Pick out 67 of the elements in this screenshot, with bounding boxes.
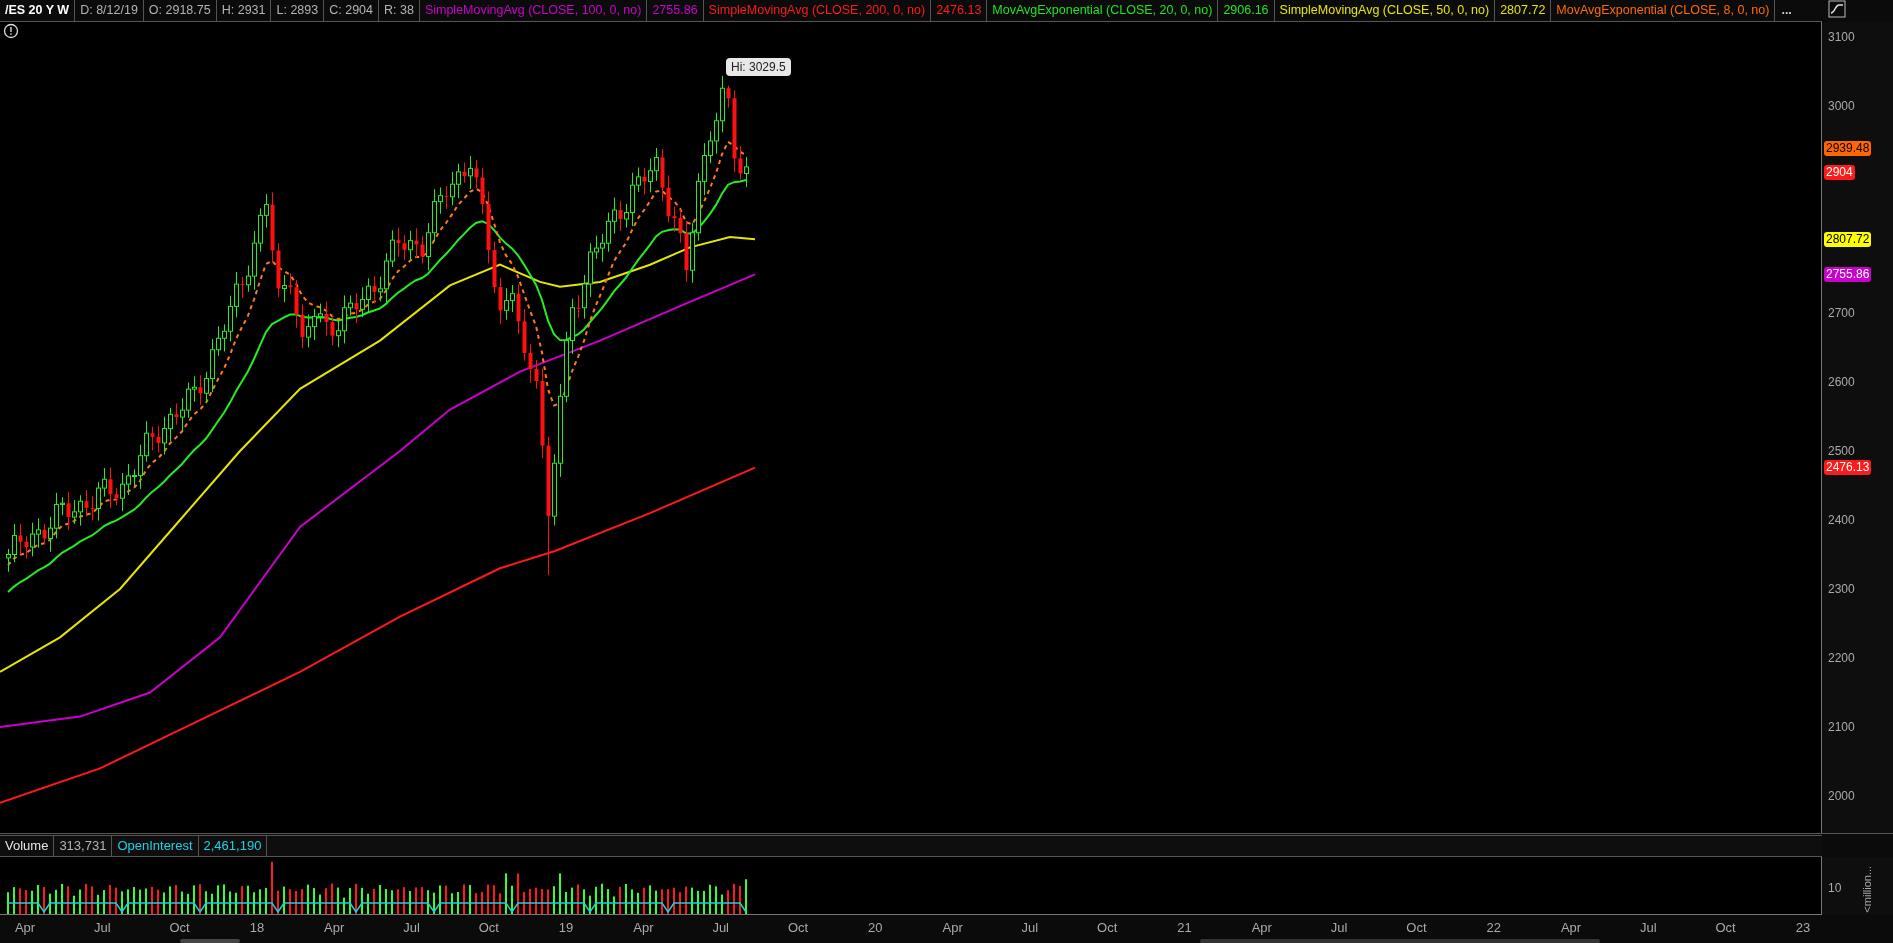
time-axis-label: Apr — [633, 919, 654, 937]
time-axis-label: Jul — [1021, 919, 1039, 937]
header-field: O: 2918.75 — [143, 0, 217, 21]
header-field: SimpleMovingAvg (CLOSE, 50, 0, no) — [1274, 0, 1496, 21]
time-axis-label: Jul — [1640, 919, 1657, 937]
header-field: D: 8/12/19 — [75, 0, 144, 21]
time-axis-label: Apr — [324, 919, 345, 937]
header-field: SimpleMovingAvg (CLOSE, 200, 0, no) — [703, 0, 932, 21]
time-axis-label: 22 — [1486, 919, 1501, 937]
header-field: 2906.16 — [1218, 0, 1275, 21]
price-badge: 2939.48 — [1824, 140, 1872, 156]
high-price-tooltip: Hi: 3029.5 — [726, 58, 791, 76]
price-axis-label: 2400 — [1828, 513, 1855, 527]
price-axis-label: 2100 — [1828, 720, 1855, 734]
price-badge: 2904 — [1824, 165, 1855, 181]
time-axis-label: Oct — [478, 919, 499, 937]
price-badge: 2476.13 — [1824, 460, 1872, 476]
price-badge: 2807.72 — [1824, 231, 1872, 247]
volume-field: 2,461,190 — [198, 836, 268, 856]
time-axis-label: 21 — [1177, 919, 1192, 937]
price-axis-label: 2000 — [1828, 789, 1855, 803]
header-field: MovAvgExponential (CLOSE, 8, 0, no) — [1551, 0, 1776, 21]
scrollbar-thumb[interactable] — [180, 939, 240, 943]
price-axis-label: 3100 — [1828, 30, 1855, 44]
time-axis-label: 20 — [868, 919, 883, 937]
price-axis-label: 2200 — [1828, 651, 1855, 665]
header-field: 2476.13 — [931, 0, 988, 21]
time-axis-label: Oct — [787, 919, 809, 937]
header-field: R: 38 — [379, 0, 420, 21]
volume-unit-label: <million... — [1860, 865, 1875, 913]
volume-field: 313,731 — [54, 836, 113, 856]
header-field: SimpleMovingAvg (CLOSE, 100, 0, no) — [419, 0, 648, 21]
time-axis-label: Apr — [942, 919, 963, 937]
volume-axis-label: 10 — [1828, 880, 1842, 897]
time-axis-label: Oct — [1406, 919, 1427, 937]
header-field: 2807.72 — [1495, 0, 1552, 21]
time-axis-label: Oct — [169, 919, 190, 937]
more-button[interactable]: ... — [1775, 0, 1798, 21]
scrollbar-thumb[interactable] — [1200, 939, 1600, 943]
time-axis-label: 19 — [558, 919, 574, 937]
chart-style-icon[interactable] — [1828, 0, 1846, 18]
time-axis-label: Jul — [712, 919, 729, 937]
header-field: H: 2931 — [216, 0, 272, 21]
time-axis-label: Apr — [1251, 919, 1272, 937]
header-field: C: 2904 — [324, 0, 379, 21]
volume-field: OpenInterest — [112, 836, 199, 856]
price-axis-label: 2700 — [1828, 306, 1855, 320]
time-axis-label: Oct — [1097, 919, 1118, 937]
volume-label: Volume — [0, 836, 55, 856]
time-axis-label: Apr — [1560, 919, 1582, 937]
time-axis-label: 18 — [249, 919, 265, 937]
header-field: 2755.86 — [647, 0, 704, 21]
price-axis-label: 2300 — [1828, 582, 1855, 596]
price-badge: 2755.86 — [1824, 267, 1872, 283]
symbol-label: /ES 20 Y W — [0, 0, 76, 21]
time-axis-label: Apr — [14, 919, 36, 937]
time-axis-label: Jul — [403, 919, 420, 937]
header-field: MovAvgExponential (CLOSE, 20, 0, no) — [987, 0, 1219, 21]
price-axis-label: 2500 — [1828, 444, 1855, 458]
price-axis-label: 2600 — [1828, 375, 1855, 389]
time-axis-label: Oct — [1715, 919, 1736, 937]
price-axis-label: 3000 — [1828, 99, 1855, 113]
time-axis-label: Jul — [1330, 919, 1348, 937]
time-axis-label: 23 — [1795, 919, 1811, 937]
header-field: L: 2893 — [271, 0, 325, 21]
time-axis-label: Jul — [94, 919, 111, 937]
alert-icon[interactable] — [3, 23, 19, 39]
